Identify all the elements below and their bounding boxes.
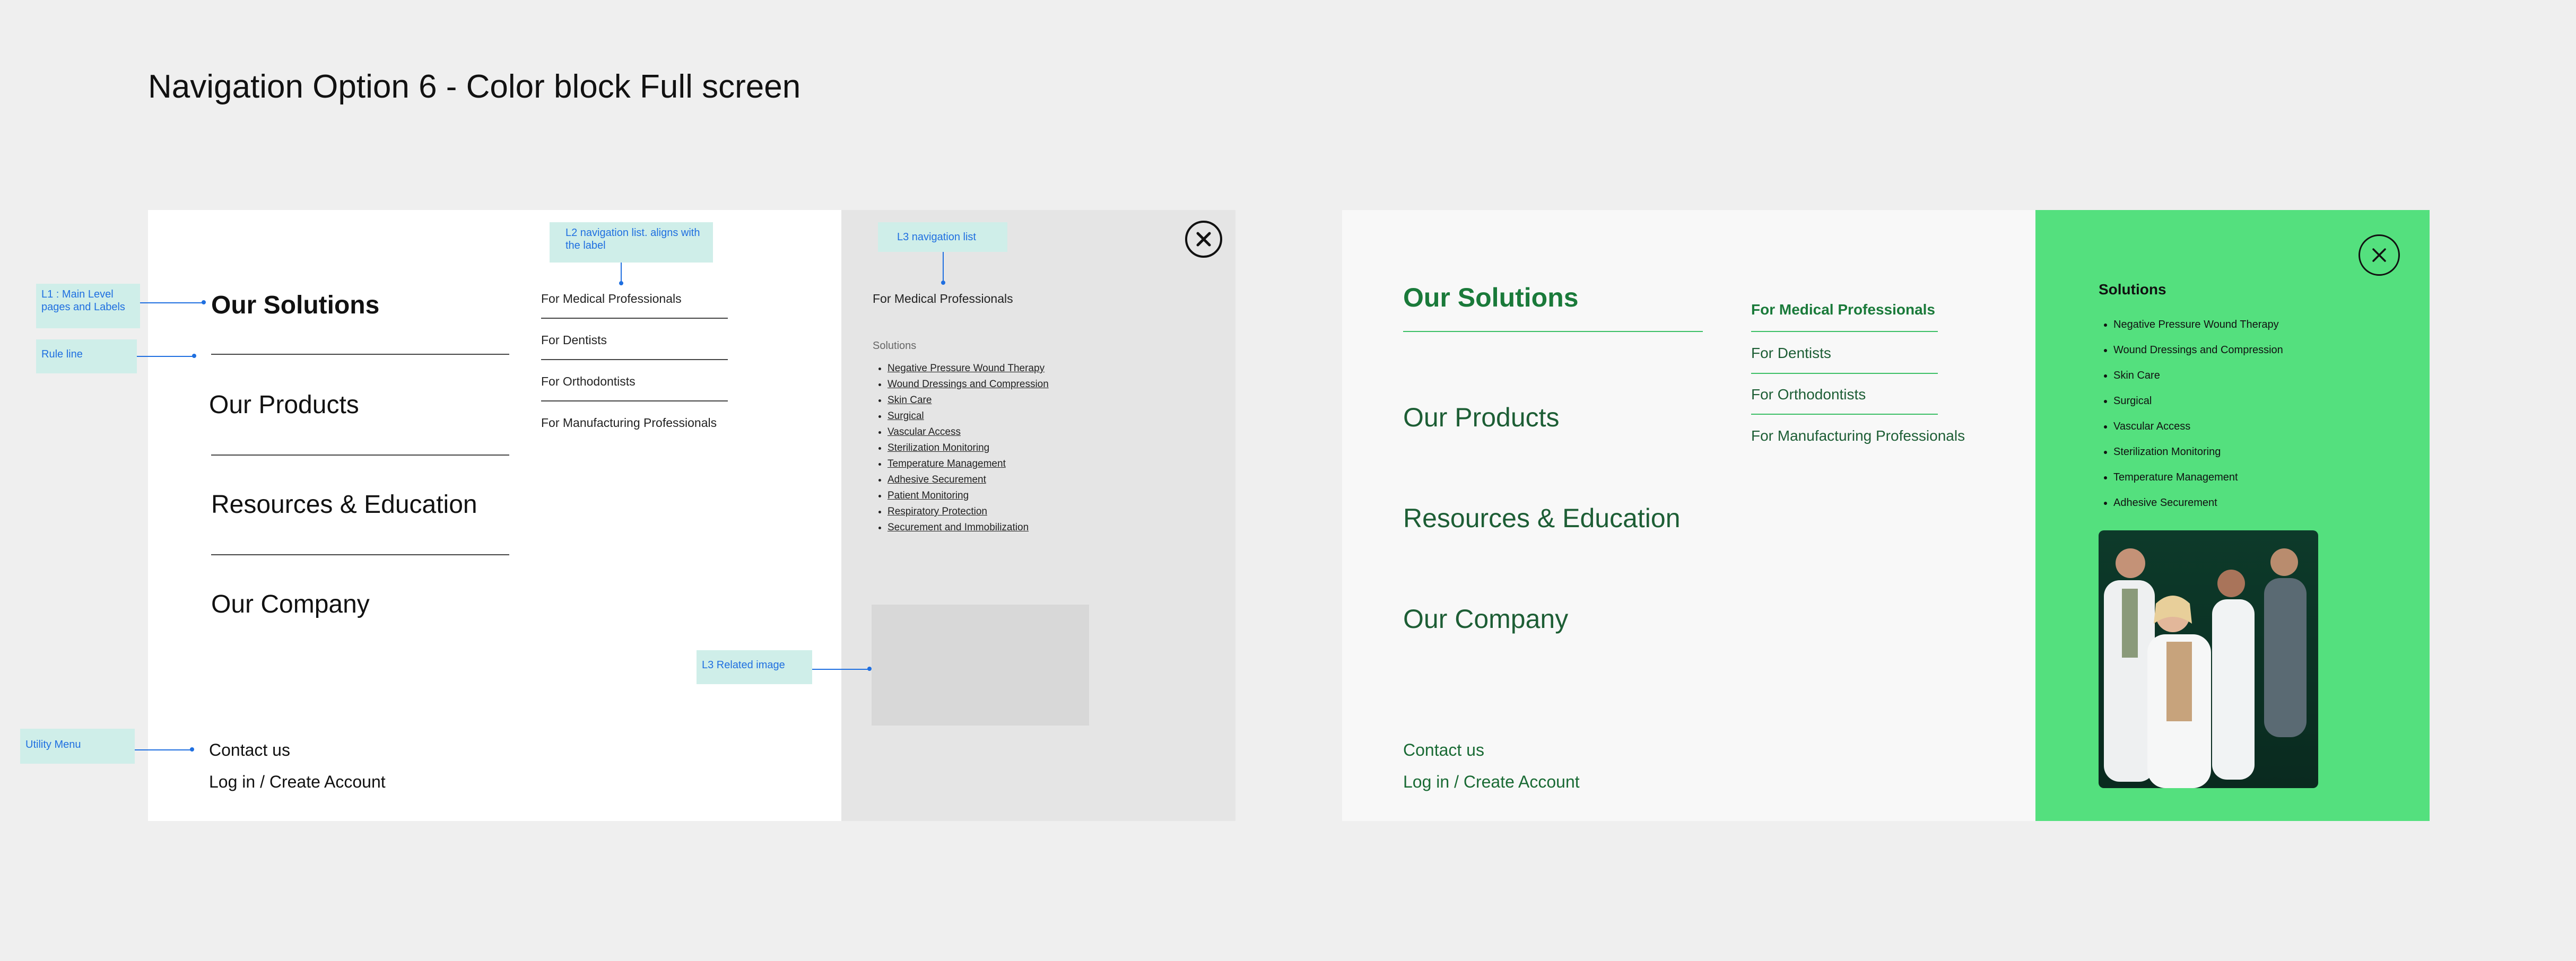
l2-item-orthodontists[interactable]: For Orthodontists bbox=[541, 374, 636, 389]
l3-heading: Solutions bbox=[2099, 281, 2166, 298]
l3-item[interactable]: Sterilization Monitoring bbox=[2113, 439, 2283, 465]
l3-subheading: Solutions bbox=[873, 340, 917, 352]
rule-line bbox=[211, 455, 509, 456]
l3-item[interactable]: Vascular Access bbox=[887, 424, 1049, 440]
l3-item[interactable]: Temperature Management bbox=[2113, 465, 2283, 490]
l2-item-orthodontists[interactable]: For Orthodontists bbox=[1751, 386, 1866, 403]
annotation-l1: L1 : Main Level pages and Labels bbox=[36, 284, 140, 328]
annotation-l2: L2 navigation list. aligns with the labe… bbox=[550, 222, 713, 263]
annotation-dot bbox=[941, 281, 945, 285]
l3-item[interactable]: Adhesive Securement bbox=[2113, 490, 2283, 516]
l2-item-manufacturing[interactable]: For Manufacturing Professionals bbox=[1751, 427, 1965, 444]
l3-item[interactable]: Patient Monitoring bbox=[887, 488, 1049, 504]
l3-item[interactable]: Temperature Management bbox=[887, 456, 1049, 472]
l1-item-resources-education[interactable]: Resources & Education bbox=[211, 490, 477, 519]
l3-item[interactable]: Surgical bbox=[887, 408, 1049, 424]
l2-item-medical[interactable]: For Medical Professionals bbox=[1751, 301, 1935, 318]
l2-rule bbox=[541, 318, 728, 319]
l3-item[interactable]: Negative Pressure Wound Therapy bbox=[2113, 312, 2283, 337]
l3-item[interactable]: Adhesive Securement bbox=[887, 472, 1049, 488]
l3-item[interactable]: Vascular Access bbox=[2113, 414, 2283, 439]
annotation-dot bbox=[192, 354, 196, 358]
annotation-dot bbox=[867, 667, 872, 671]
l3-item[interactable]: Surgical bbox=[2113, 388, 2283, 414]
close-icon bbox=[1196, 232, 1211, 247]
utility-contact-us[interactable]: Contact us bbox=[209, 740, 290, 760]
annotation-utility: Utility Menu bbox=[20, 729, 135, 764]
annotation-arrow bbox=[621, 263, 622, 283]
l3-heading: For Medical Professionals bbox=[873, 292, 1013, 305]
l3-list: Negative Pressure Wound Therapy Wound Dr… bbox=[2100, 312, 2283, 516]
l3-item[interactable]: Respiratory Protection bbox=[887, 504, 1049, 520]
utility-login[interactable]: Log in / Create Account bbox=[209, 772, 386, 792]
utility-login[interactable]: Log in / Create Account bbox=[1403, 772, 1580, 792]
l3-item[interactable]: Negative Pressure Wound Therapy bbox=[887, 361, 1049, 377]
rule-line bbox=[211, 354, 509, 355]
l2-item-dentists[interactable]: For Dentists bbox=[541, 333, 607, 347]
rule-line bbox=[211, 554, 509, 555]
annotation-arrow bbox=[135, 749, 192, 750]
annotation-l3: L3 navigation list bbox=[878, 222, 1007, 252]
l1-item-resources-education[interactable]: Resources & Education bbox=[1403, 503, 1681, 534]
l3-item[interactable]: Skin Care bbox=[2113, 363, 2283, 388]
l3-item[interactable]: Wound Dressings and Compression bbox=[887, 377, 1049, 392]
l1-item-our-company[interactable]: Our Company bbox=[1403, 604, 1568, 634]
close-button[interactable] bbox=[2359, 234, 2400, 276]
close-icon bbox=[2372, 248, 2386, 262]
l1-item-our-solutions[interactable]: Our Solutions bbox=[211, 291, 379, 320]
l2-rule bbox=[1751, 331, 1938, 332]
rule-line bbox=[1403, 331, 1703, 332]
annotation-arrow bbox=[812, 669, 868, 670]
l2-rule bbox=[1751, 414, 1938, 415]
l2-rule bbox=[1751, 373, 1938, 374]
l3-item[interactable]: Sterilization Monitoring bbox=[887, 440, 1049, 456]
l3-related-image bbox=[2099, 530, 2318, 788]
annotation-dot bbox=[619, 281, 623, 285]
l2-rule bbox=[541, 359, 728, 360]
l3-item[interactable]: Securement and Immobilization bbox=[887, 520, 1049, 536]
medical-team-photo bbox=[2099, 530, 2318, 788]
annotation-dot bbox=[202, 300, 206, 304]
annotation-arrow bbox=[943, 252, 944, 282]
l1-item-our-company[interactable]: Our Company bbox=[211, 590, 370, 619]
l3-image-placeholder bbox=[872, 605, 1089, 726]
l3-list: Negative Pressure Wound Therapy Wound Dr… bbox=[874, 361, 1049, 536]
l2-item-dentists[interactable]: For Dentists bbox=[1751, 345, 1831, 362]
annotation-dot bbox=[190, 747, 194, 752]
l2-item-medical[interactable]: For Medical Professionals bbox=[541, 292, 682, 306]
utility-contact-us[interactable]: Contact us bbox=[1403, 740, 1484, 760]
l1-item-our-products[interactable]: Our Products bbox=[1403, 402, 1560, 433]
annotation-l3-image: L3 Related image bbox=[697, 650, 812, 684]
annotation-arrow bbox=[137, 356, 194, 357]
annotation-rule: Rule line bbox=[36, 339, 137, 373]
l1-item-our-products[interactable]: Our Products bbox=[209, 390, 359, 420]
page-title: Navigation Option 6 - Color block Full s… bbox=[148, 68, 801, 105]
l3-item[interactable]: Wound Dressings and Compression bbox=[2113, 337, 2283, 363]
l2-rule bbox=[541, 400, 728, 401]
l3-item[interactable]: Skin Care bbox=[887, 392, 1049, 408]
l1-item-our-solutions[interactable]: Our Solutions bbox=[1403, 282, 1579, 313]
close-button[interactable] bbox=[1185, 221, 1222, 258]
annotation-arrow bbox=[140, 302, 204, 303]
l2-item-manufacturing[interactable]: For Manufacturing Professionals bbox=[541, 416, 717, 430]
